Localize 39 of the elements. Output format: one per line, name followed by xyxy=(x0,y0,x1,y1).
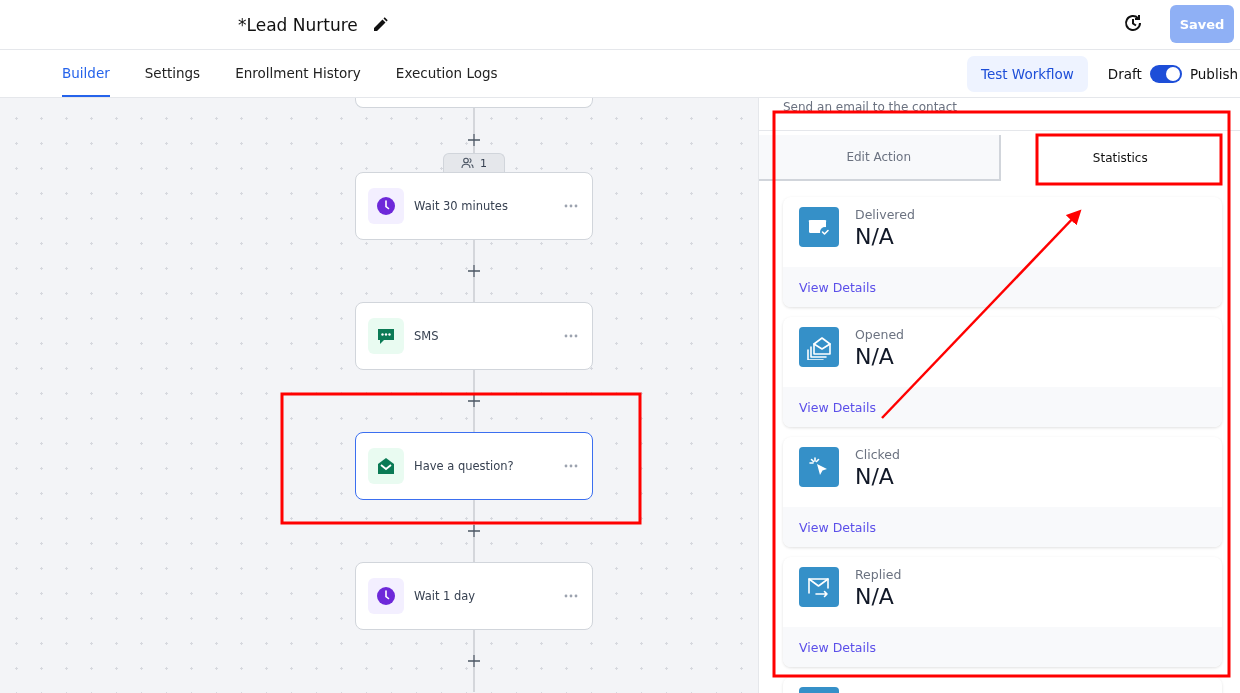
draft-label: Draft xyxy=(1107,66,1142,82)
publish-label: Publish xyxy=(1189,66,1238,82)
workflow-node[interactable]: SMS xyxy=(355,302,593,370)
view-details-link[interactable]: View Details xyxy=(799,279,876,295)
history-icon[interactable] xyxy=(1122,12,1144,34)
view-details-link[interactable]: View Details xyxy=(799,519,876,535)
pencil-icon[interactable] xyxy=(371,16,388,33)
workflow-node[interactable] xyxy=(355,98,593,108)
stat-value: N/A xyxy=(855,224,895,249)
stat-label: Clicked xyxy=(855,447,900,462)
stat-label: Opened xyxy=(855,327,904,342)
workflow-title: *Lead Nurture xyxy=(238,14,358,35)
workflow-node[interactable]: Wait 30 minutes xyxy=(355,172,593,240)
stat-value: N/A xyxy=(855,584,895,609)
stat-label: Delivered xyxy=(855,207,915,222)
view-details-link[interactable]: View Details xyxy=(799,639,876,655)
view-details-link[interactable]: View Details xyxy=(799,399,876,415)
panel-tab[interactable]: Edit Action xyxy=(759,135,1001,181)
node-label: Wait 1 day xyxy=(414,589,477,603)
open-envelopes-icon xyxy=(806,334,832,360)
nav-tab[interactable]: Enrollment History xyxy=(235,50,361,97)
clock-icon xyxy=(376,586,396,606)
workflow-node[interactable]: Have a question? xyxy=(355,432,593,500)
enrollment-count: 1 xyxy=(480,156,487,170)
node-label: Have a question? xyxy=(414,459,515,473)
test-workflow-button[interactable]: Test Workflow xyxy=(966,56,1088,92)
chat-icon xyxy=(377,327,395,345)
workflow-node[interactable]: Wait 1 day xyxy=(355,562,593,630)
people-icon xyxy=(461,157,474,169)
node-label: Wait 30 minutes xyxy=(414,199,509,213)
envelope-icon xyxy=(377,457,395,475)
nav-tab[interactable]: Settings xyxy=(144,50,201,97)
stat-value: N/A xyxy=(855,344,895,369)
clock-icon xyxy=(376,196,396,216)
node-label: SMS xyxy=(414,329,440,343)
publish-toggle[interactable] xyxy=(1149,65,1182,83)
stat-value: N/A xyxy=(855,464,895,489)
nav-tab[interactable]: Execution Logs xyxy=(395,50,498,97)
stat-label: Replied xyxy=(855,567,902,582)
